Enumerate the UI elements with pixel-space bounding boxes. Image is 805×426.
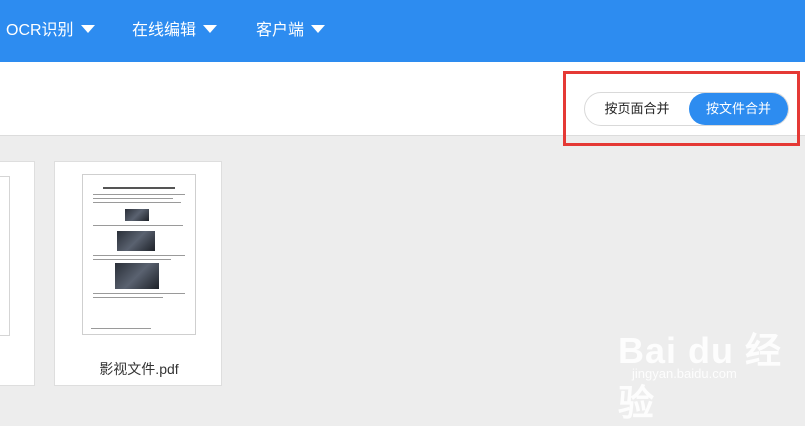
top-navbar: OCR识别 在线编辑 客户端 [0,0,805,62]
chevron-down-icon [80,25,95,33]
nav-ocr-label: OCR识别 [6,22,74,39]
merge-by-file-button[interactable]: 按文件合并 [689,93,788,125]
page-thumbnail [0,176,10,336]
nav-ocr-menu[interactable]: OCR识别 [6,0,95,62]
pdf-page-thumbnail [82,174,196,335]
nav-client-menu[interactable]: 客户端 [256,0,326,62]
nav-client-label: 客户端 [256,22,305,39]
nav-online-edit-label: 在线编辑 [132,22,197,39]
file-card-partial[interactable] [0,161,35,386]
file-name: 影视文件.pdf [99,361,179,377]
chevron-down-icon [203,25,218,33]
chevron-down-icon [311,25,326,33]
watermark: Bai du 经验 jingyan.baidu.com [602,316,782,423]
nav-online-edit-menu[interactable]: 在线编辑 [132,0,218,62]
watermark-logo: Bai du 经验 [618,330,783,423]
watermark-url: jingyan.baidu.com [632,366,737,381]
file-card[interactable]: 影视文件.pdf [54,161,222,386]
merge-mode-toggle: 按页面合并 按文件合并 [584,92,789,126]
merge-by-page-button[interactable]: 按页面合并 [585,93,689,125]
